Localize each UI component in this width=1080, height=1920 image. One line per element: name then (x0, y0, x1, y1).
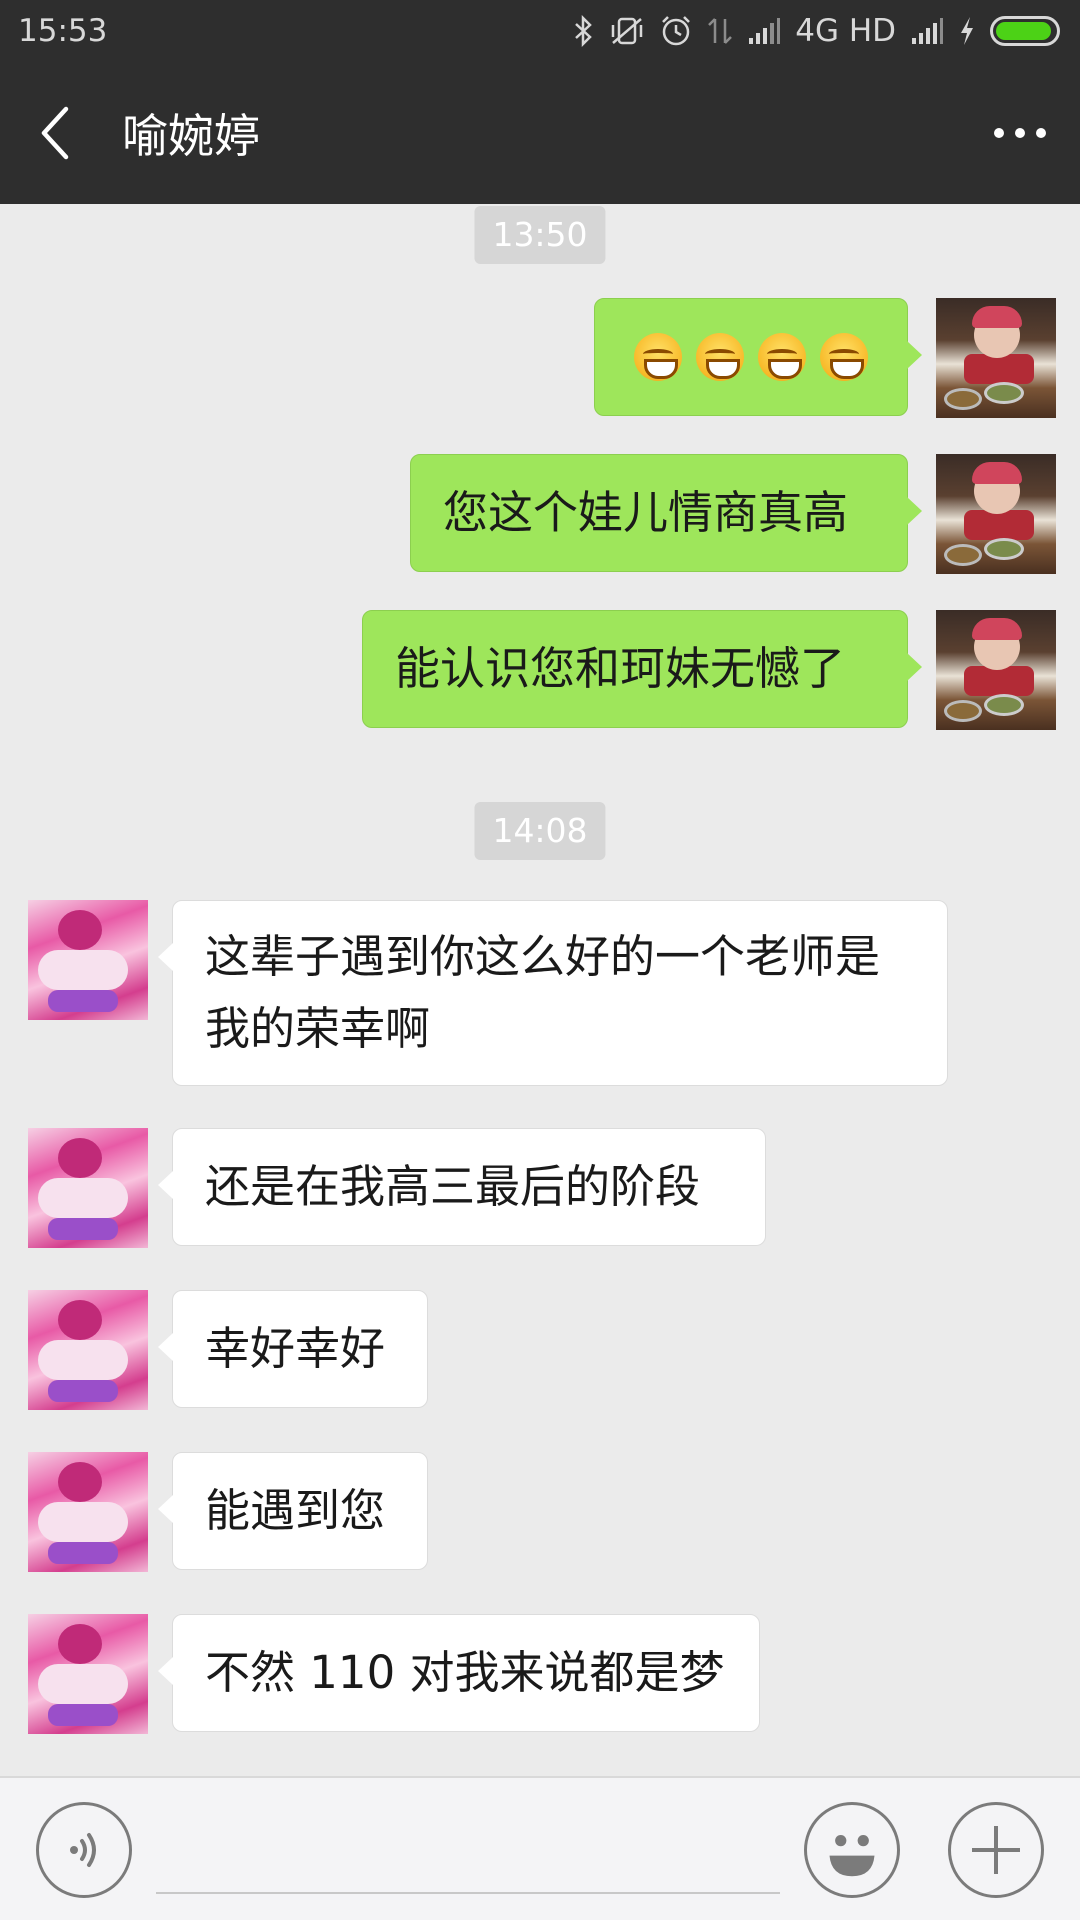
more-dots-icon (994, 128, 1004, 138)
battery-icon (990, 16, 1060, 46)
smiley-icon (829, 1835, 875, 1877)
message-text: 能认识您和珂妹无憾了 (395, 642, 846, 695)
page-title: 喻婉婷 (122, 109, 260, 163)
grinning-face-emoji (820, 333, 868, 381)
avatar-contact[interactable] (28, 1452, 148, 1572)
incoming-message[interactable]: 能遇到您 (158, 1452, 428, 1570)
avatar-contact[interactable] (28, 900, 148, 1020)
voice-button[interactable] (36, 1802, 132, 1898)
outgoing-message[interactable] (594, 298, 922, 416)
vibrate-off-icon (609, 13, 645, 49)
avatar-self[interactable] (936, 610, 1056, 730)
avatar-contact[interactable] (28, 1290, 148, 1410)
bluetooth-icon (573, 13, 595, 49)
add-button[interactable] (948, 1802, 1044, 1898)
avatar-contact[interactable] (28, 1614, 148, 1734)
timestamp: 14:08 (474, 802, 606, 860)
status-bar: 15:53 4G HD (0, 0, 1080, 62)
incoming-message[interactable]: 这辈子遇到你这么好的一个老师是 我的荣幸啊 (158, 900, 948, 1086)
grinning-face-emoji (696, 333, 744, 381)
message-text: 不然 110 对我来说都是梦 (205, 1646, 725, 1699)
incoming-message[interactable]: 幸好幸好 (158, 1290, 428, 1408)
message-text: 您这个娃儿情商真高 (443, 486, 849, 539)
incoming-message[interactable]: 还是在我高三最后的阶段 (158, 1128, 766, 1246)
chat-header: 喻婉婷 (0, 62, 1080, 204)
outgoing-message[interactable]: 能认识您和珂妹无憾了 (362, 610, 922, 728)
status-icons: 4G HD (573, 13, 1060, 49)
avatar-self[interactable] (936, 454, 1056, 574)
more-dot (1015, 128, 1025, 138)
message-text: 幸好幸好 (205, 1322, 386, 1375)
more-button[interactable] (960, 62, 1080, 204)
more-dot (1036, 128, 1046, 138)
chat-area[interactable]: 13:50 您这个娃儿情商真高 能认识您和珂妹无憾了 14:08 这辈子遇到你这… (0, 204, 1080, 1776)
message-text: 还是在我高三最后的阶段 (205, 1160, 701, 1213)
incoming-message[interactable]: 不然 110 对我来说都是梦 (158, 1614, 760, 1732)
message-text-line: 我的荣幸啊 (205, 1002, 431, 1055)
avatar-self[interactable] (936, 298, 1056, 418)
avatar-contact[interactable] (28, 1128, 148, 1248)
network-label: 4G HD (795, 13, 896, 49)
message-text-line: 这辈子遇到你这么好的一个老师是 (205, 930, 881, 983)
signal-icon (747, 13, 781, 49)
timestamp: 13:50 (474, 206, 606, 264)
grinning-face-emoji (634, 333, 682, 381)
battery-level (996, 22, 1052, 40)
charging-icon (958, 13, 976, 49)
outgoing-message[interactable]: 您这个娃儿情商真高 (410, 454, 922, 572)
status-time: 15:53 (18, 13, 108, 49)
back-button[interactable] (0, 62, 110, 204)
emoji-button[interactable] (804, 1802, 900, 1898)
data-arrows-icon (707, 13, 733, 49)
message-text: 能遇到您 (205, 1484, 386, 1537)
alarm-icon (659, 13, 693, 49)
plus-icon (972, 1826, 1020, 1874)
voice-icon (70, 1833, 96, 1867)
input-bar (0, 1776, 1080, 1920)
chevron-left-icon (41, 106, 69, 160)
message-input[interactable] (156, 1810, 780, 1894)
grinning-face-emoji (758, 333, 806, 381)
signal-icon (910, 13, 944, 49)
